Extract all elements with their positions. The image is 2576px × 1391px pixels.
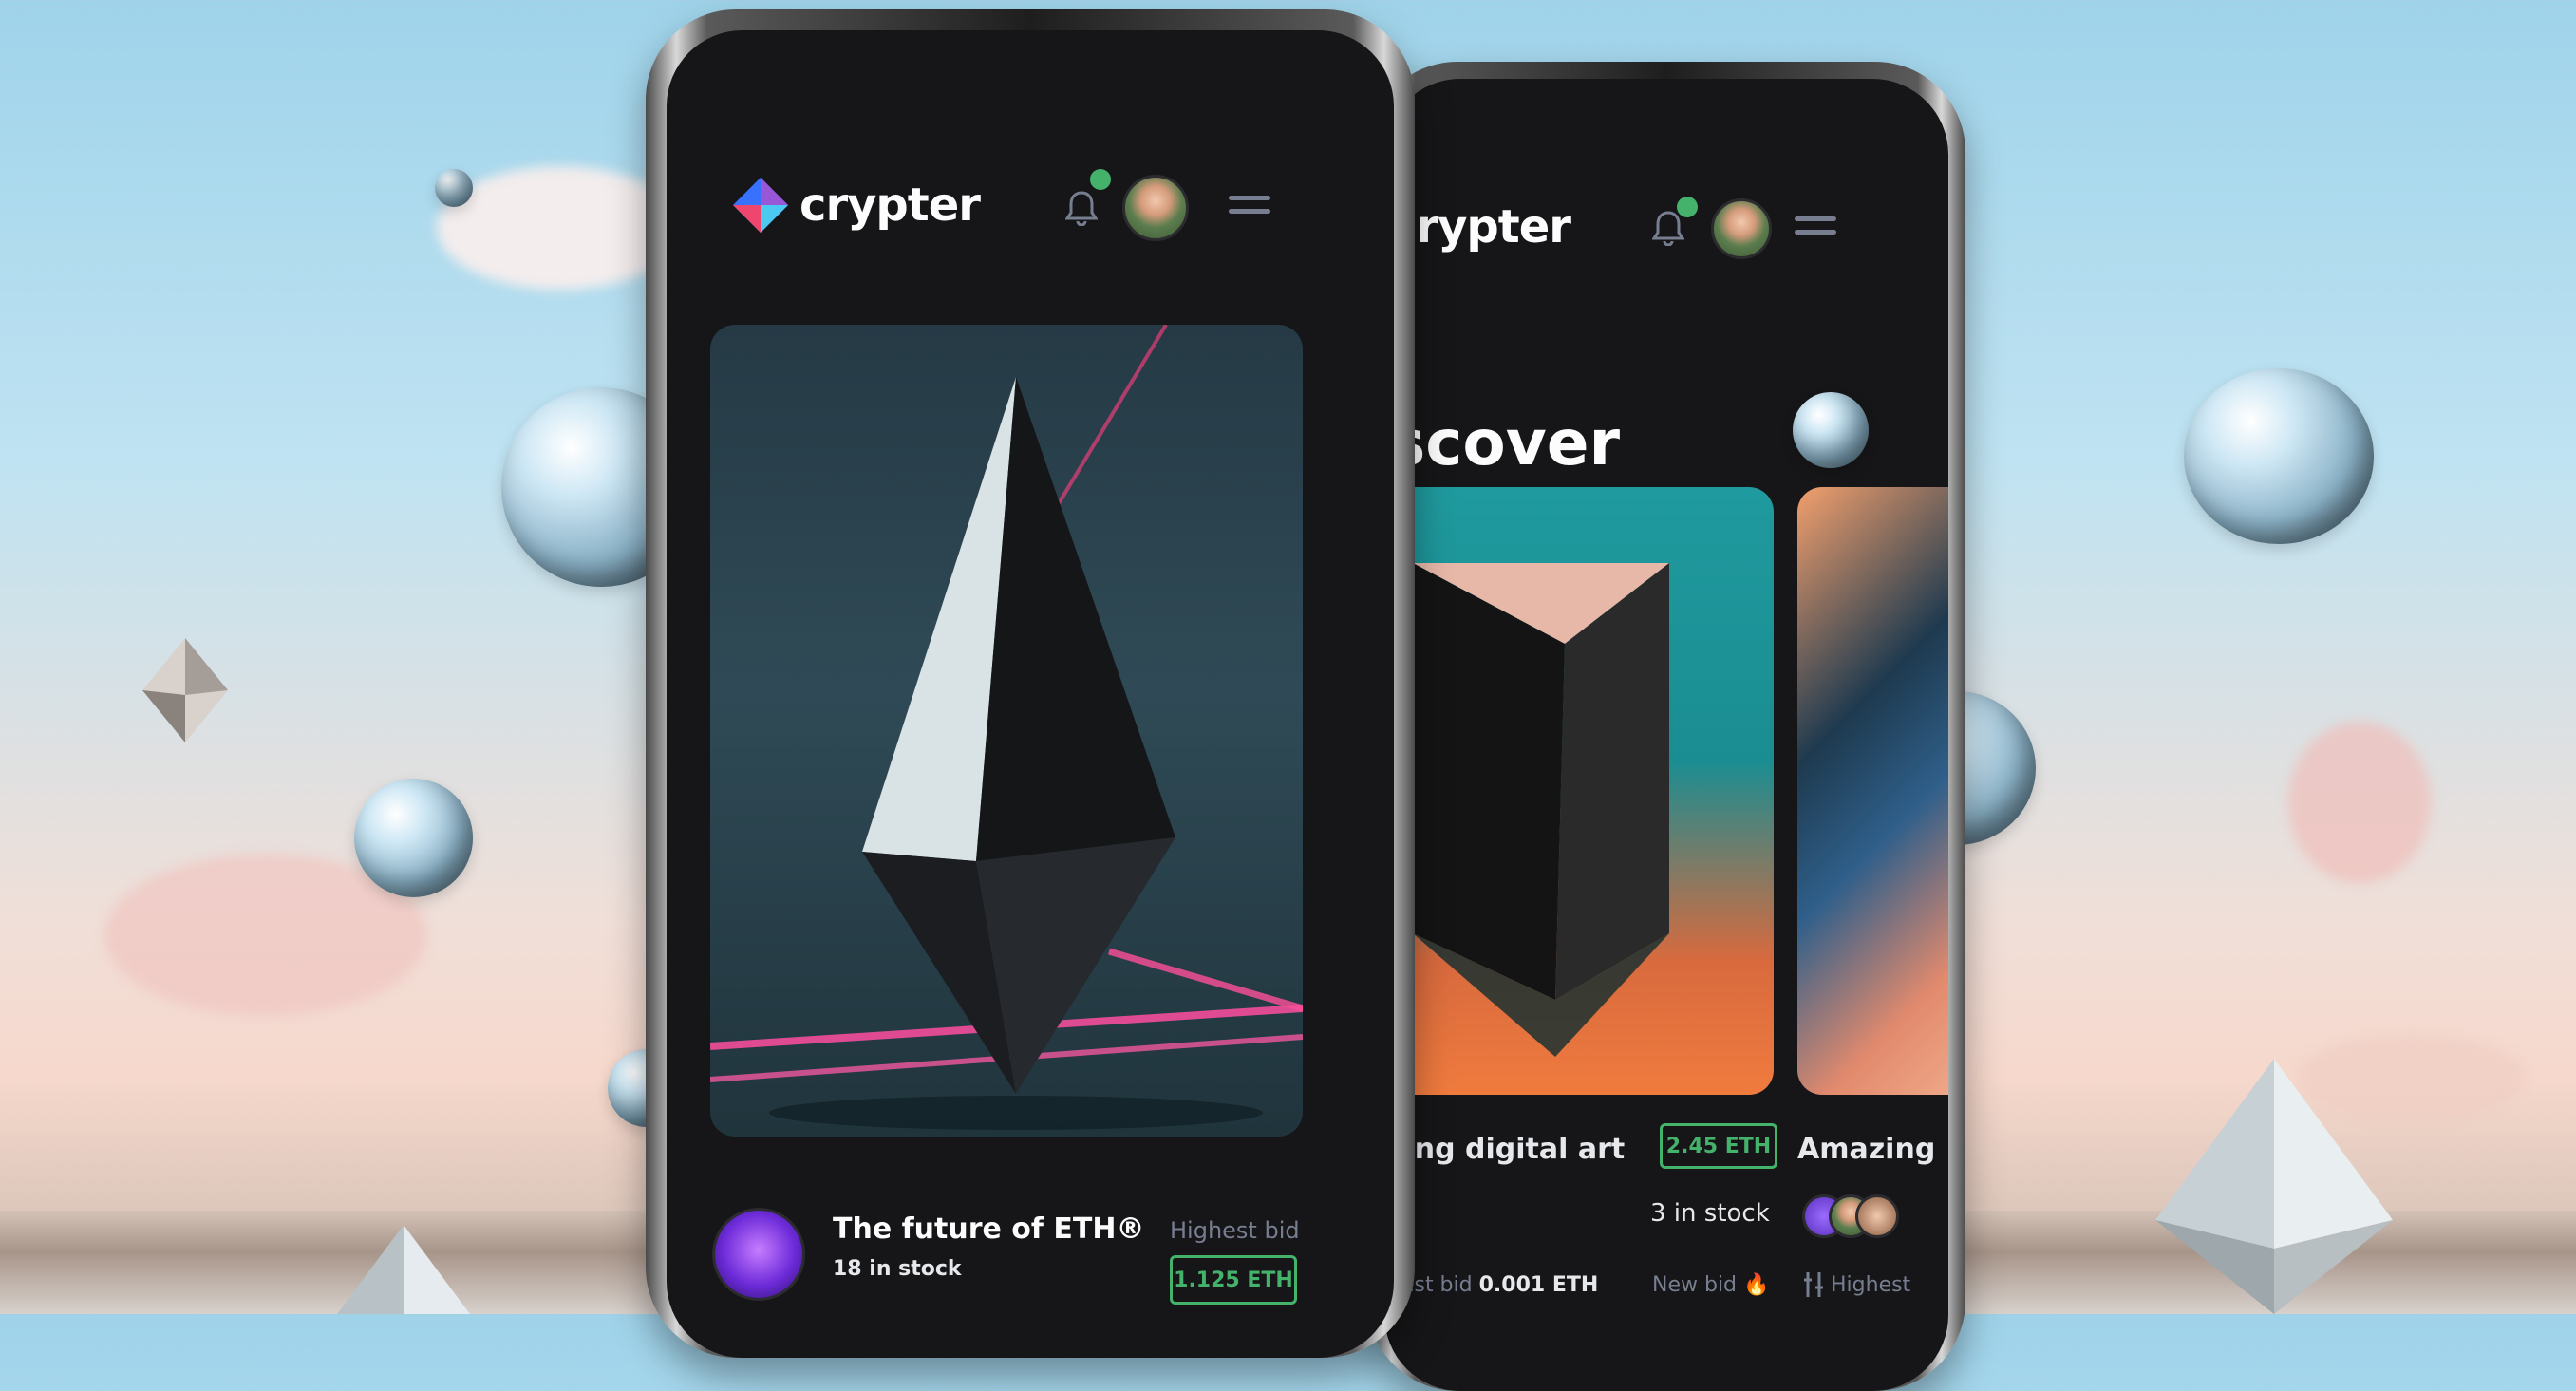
avatar	[1855, 1194, 1899, 1238]
notification-dot	[1677, 197, 1698, 217]
floating-diamond-icon	[142, 638, 228, 742]
front-phone-screen: crypter The future of ETH® 18 in stock H…	[667, 30, 1394, 1358]
prism-artwork	[1413, 563, 1669, 1057]
cloud	[2288, 722, 2431, 883]
hero-artwork[interactable]	[710, 325, 1303, 1137]
avatar[interactable]	[1711, 198, 1772, 259]
new-bid-label[interactable]: New bid 🔥	[1652, 1273, 1769, 1297]
front-logo[interactable]: crypter	[733, 178, 981, 233]
logo-text: crypter	[799, 179, 981, 232]
glass-bubble	[1793, 392, 1869, 468]
price-badge: 2.45 ETH	[1660, 1123, 1777, 1169]
stock-count: 3 in stock	[1650, 1199, 1770, 1228]
page-heading: scover	[1388, 406, 1621, 479]
card-title: zing digital art	[1388, 1133, 1626, 1166]
glass-bubble	[435, 169, 473, 207]
menu-icon[interactable]	[1795, 216, 1836, 235]
notification-dot	[1090, 169, 1111, 190]
bell-icon[interactable]	[1065, 190, 1098, 226]
bid-label: Highest	[1831, 1273, 1911, 1297]
back-phone: crypter scover zing digital art 2.45 ETH…	[1367, 62, 1965, 1391]
creator-avatar[interactable]	[712, 1208, 805, 1301]
front-phone: crypter The future of ETH® 18 in stock H…	[646, 9, 1415, 1358]
glass-bubble	[2184, 368, 2374, 544]
card-title: Amazing	[1797, 1133, 1936, 1166]
floating-pyramid-icon	[2155, 1059, 2393, 1314]
bid-label: hest bid 0.001 ETH	[1388, 1273, 1599, 1297]
bid-label: Highest bid	[1170, 1217, 1300, 1244]
item-title: The future of ETH®	[833, 1212, 1145, 1246]
eth-crystal-artwork	[710, 325, 1303, 1130]
nft-card-image[interactable]	[1797, 487, 1948, 1095]
avatar[interactable]	[1122, 175, 1189, 241]
bell-icon[interactable]	[1652, 210, 1684, 246]
floating-pyramid-icon	[337, 1225, 470, 1314]
back-logo[interactable]: crypter	[1390, 200, 1571, 254]
menu-icon[interactable]	[1229, 196, 1270, 215]
diamond-logo-icon	[733, 178, 788, 233]
stock-count: 18 in stock	[833, 1257, 962, 1281]
back-phone-screen: crypter scover zing digital art 2.45 ETH…	[1384, 79, 1948, 1391]
price-badge: 1.125 ETH	[1170, 1255, 1297, 1305]
logo-text: crypter	[1390, 200, 1571, 254]
nft-card-image[interactable]	[1384, 487, 1774, 1095]
bid-icon	[1804, 1272, 1823, 1297]
glass-bubble	[354, 779, 473, 897]
